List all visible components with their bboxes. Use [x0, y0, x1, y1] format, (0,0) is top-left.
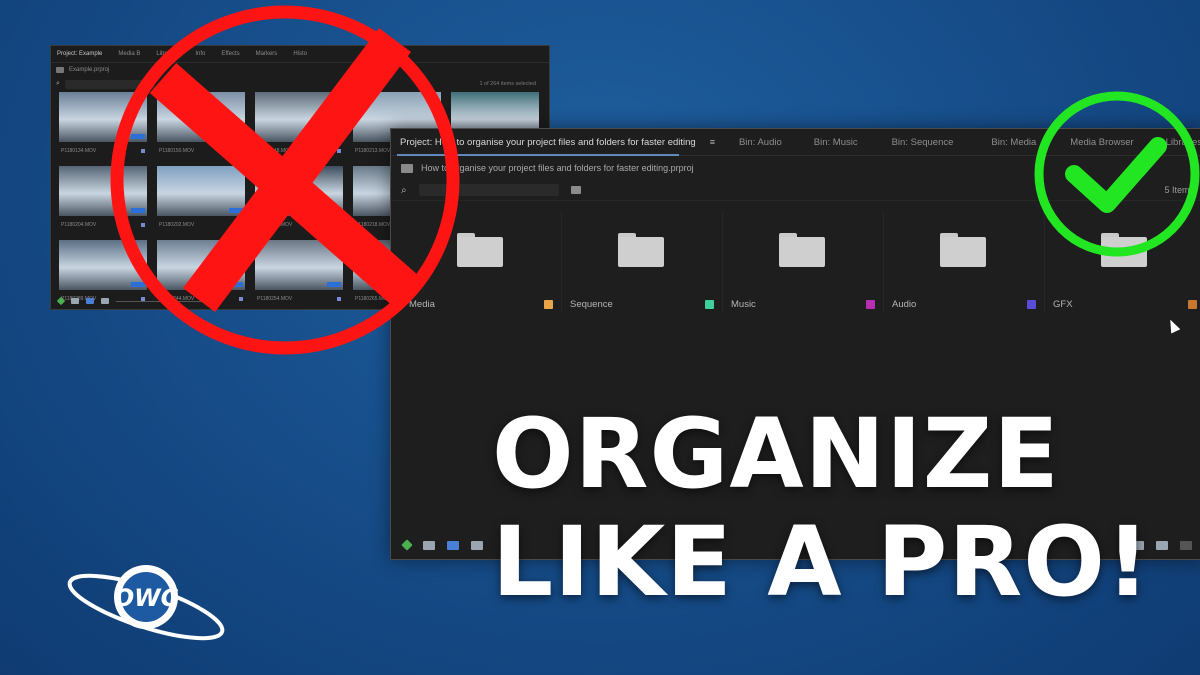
icon-view-icon[interactable] [86, 298, 94, 304]
folder-icon [779, 233, 825, 267]
bin-label: GFX [1053, 299, 1073, 310]
panel-menu-icon[interactable]: ≡ [706, 137, 729, 147]
tab-bin-audio[interactable]: Bin: Audio [729, 137, 792, 148]
project-file-icon [56, 67, 64, 73]
bin-label: Audio [892, 299, 917, 310]
clip-name: P1180204.MOV [61, 222, 97, 228]
list-view-icon[interactable] [71, 298, 79, 304]
folder-icon [940, 233, 986, 267]
find-bin-icon[interactable] [570, 186, 581, 194]
owc-logo: OWC [67, 565, 225, 641]
bin-color-label-swatch[interactable] [544, 300, 553, 309]
icon-view-icon[interactable] [447, 540, 459, 550]
search-icon: ⌕ [56, 80, 60, 87]
bin-label: Sequence [570, 299, 613, 310]
clip-name: P1180134.MOV [61, 148, 97, 154]
bin-color-label-swatch[interactable] [1188, 300, 1197, 309]
old-selection-count: 1 of 264 items selected [479, 81, 536, 87]
list-view-icon[interactable] [423, 540, 435, 550]
pencil-icon[interactable] [56, 296, 66, 306]
folder-icon [618, 233, 664, 267]
headline-line-2: LIKE A PRO! [492, 506, 1151, 618]
green-check-icon [1034, 91, 1200, 257]
bin-sequence[interactable]: Sequence [561, 211, 722, 313]
bin-label: Music [731, 299, 756, 310]
bin-color-label-swatch[interactable] [705, 300, 714, 309]
headline-line-1: ORGANIZE [492, 398, 1060, 510]
red-cross-icon [110, 5, 460, 355]
bin-music[interactable]: Music [722, 211, 883, 313]
headline: ORGANIZE LIKE A PRO! [492, 402, 1182, 618]
bin-audio[interactable]: Audio [883, 211, 1044, 313]
tab-bin-music[interactable]: Bin: Music [792, 137, 868, 148]
pencil-icon[interactable] [401, 539, 413, 551]
freeform-view-icon[interactable] [471, 540, 483, 550]
tab-bin-sequence[interactable]: Bin: Sequence [868, 137, 964, 148]
logo-text: OWC [114, 584, 179, 612]
bin-color-label-swatch[interactable] [1027, 300, 1036, 309]
bin-color-label-swatch[interactable] [866, 300, 875, 309]
